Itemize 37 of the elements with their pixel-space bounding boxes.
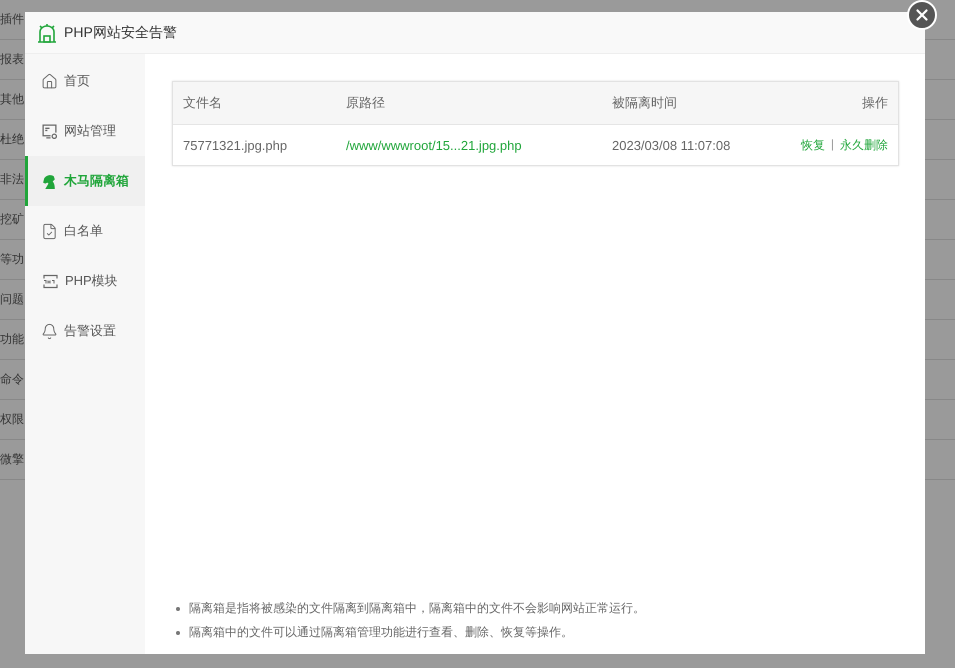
dialog-title: PHP网站安全告警 [64,24,177,42]
table-cell-text: 75771321.jpg.php [183,138,288,152]
sidebar-item[interactable]: 白名单 [25,206,145,256]
background-row-text: 功能 [0,331,25,348]
monitor-icon [41,122,58,140]
column-header: 原路径 [346,94,386,112]
module-icon [41,272,59,290]
sidebar-item[interactable]: 首页 [25,56,145,106]
background-row-text: 报表 [0,51,25,68]
note-text: 隔离箱是指将被感染的文件隔离到隔离箱中，隔离箱中的文件不会影响网站正常运行。 [189,601,645,616]
file-check-icon [41,222,58,240]
bullet-icon [176,606,180,610]
background-row-text: 杜绝 [0,131,25,148]
background-row-text: 命令 [0,371,25,388]
bell-icon [41,322,58,340]
separator: | [830,136,834,152]
background-row-text: 微擎 [0,451,25,468]
home-icon [41,72,58,90]
background-row-text: 其他 [0,91,25,108]
table-cell-text: 2023/03/08 11:07:08 [612,138,732,152]
sidebar-item[interactable]: PHP模块 [25,256,145,306]
background-row-text: 等功 [0,251,25,268]
column-header: 被隔离时间 [612,94,678,112]
background-row-text: 权限 [0,411,25,428]
background-row-text: 插件 [0,11,25,28]
bullet-icon [176,630,180,634]
note-text: 隔离箱中的文件可以通过隔离箱管理功能进行查看、删除、恢复等操作。 [189,625,573,640]
column-header: 操作 [861,94,888,112]
sidebar-item[interactable]: 网站管理 [25,106,145,156]
background-row-text: 挖矿 [0,211,25,228]
background-row-text: 非法 [0,171,25,188]
shield-logo-icon [37,22,57,42]
column-header: 文件名 [183,94,223,112]
background-row-text: 问题 [0,291,25,308]
knight-icon [41,172,58,190]
close-button[interactable] [907,0,937,30]
sidebar-item[interactable]: 告警设置 [25,306,145,356]
